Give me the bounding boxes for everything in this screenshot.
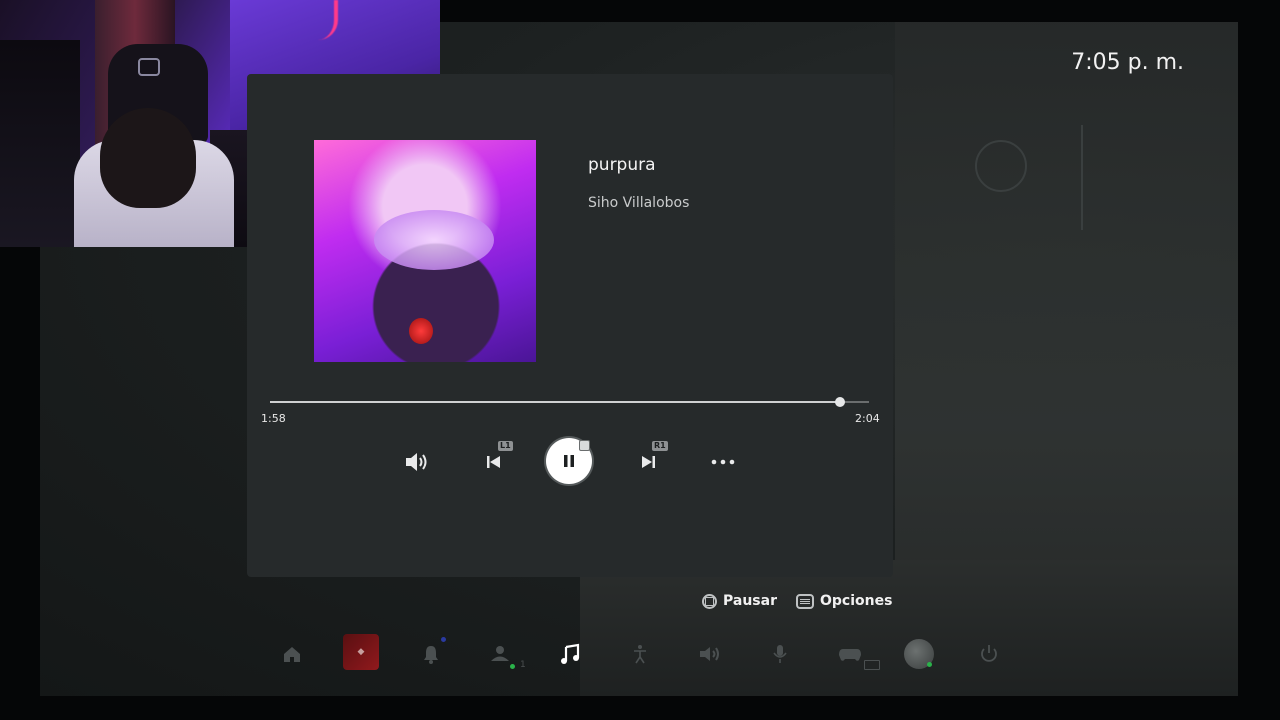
power-icon (981, 645, 997, 662)
square-button-icon (702, 593, 717, 609)
track-title: purpura (588, 155, 656, 175)
album-art-rose (409, 318, 433, 344)
volume-icon (406, 453, 427, 471)
l1-badge: L1 (498, 441, 513, 451)
more-icon (711, 459, 735, 465)
more-options-button[interactable] (708, 450, 738, 474)
friends-icon (491, 646, 509, 661)
mic-icon (773, 645, 787, 663)
music-icon (561, 643, 580, 664)
cc-microphone[interactable] (766, 640, 794, 668)
progress-thumb[interactable] (834, 397, 845, 407)
webcam-person-head (100, 108, 196, 208)
progress-bar[interactable] (270, 397, 869, 407)
album-art (314, 140, 536, 362)
bell-icon (424, 646, 438, 664)
volume-button[interactable] (402, 448, 432, 476)
game-tile-logo: ◆ (357, 647, 365, 657)
notification-dot (441, 637, 446, 642)
webcam-pc (0, 40, 80, 247)
controller-icon (839, 649, 861, 661)
background-logo-circle (975, 140, 1027, 192)
friends-count: 1 (520, 660, 526, 670)
elapsed-time: 1:58 (261, 412, 286, 425)
cc-accessories[interactable] (836, 640, 864, 668)
cc-home[interactable] (278, 640, 306, 668)
cc-notifications[interactable] (417, 640, 445, 668)
cc-accessibility[interactable] (626, 640, 654, 668)
cc-game-tile[interactable]: ◆ (343, 634, 379, 670)
next-button[interactable] (636, 450, 660, 474)
avatar-online-dot (927, 662, 932, 667)
square-button-badge (579, 440, 590, 451)
battery-icon (864, 660, 880, 670)
background-divider (1081, 125, 1083, 230)
options-hint-label: Opciones (820, 593, 893, 609)
cc-power[interactable] (975, 640, 1003, 668)
cc-sound[interactable] (696, 640, 724, 668)
skip-next-icon (642, 456, 655, 468)
pause-hint: Pausar (702, 593, 777, 609)
skip-previous-icon (487, 456, 500, 468)
clock: 7:05 p. m. (1071, 50, 1184, 75)
pause-hint-label: Pausar (723, 593, 777, 609)
album-art-hat (374, 210, 494, 270)
track-artist: Siho Villalobos (588, 195, 690, 211)
background-court-floor (580, 560, 1238, 696)
options-button-icon (796, 593, 814, 609)
speaker-icon (700, 647, 719, 661)
webcam-chair-logo (138, 58, 160, 76)
friends-online-dot (510, 664, 515, 669)
previous-button[interactable] (482, 450, 506, 474)
r1-badge: R1 (652, 441, 668, 451)
progress-fill (270, 401, 840, 403)
home-icon (284, 647, 300, 662)
pause-icon (564, 455, 574, 467)
accessibility-icon (634, 645, 646, 664)
cc-music[interactable] (556, 640, 584, 668)
total-time: 2:04 (855, 412, 880, 425)
options-hint: Opciones (796, 593, 892, 609)
